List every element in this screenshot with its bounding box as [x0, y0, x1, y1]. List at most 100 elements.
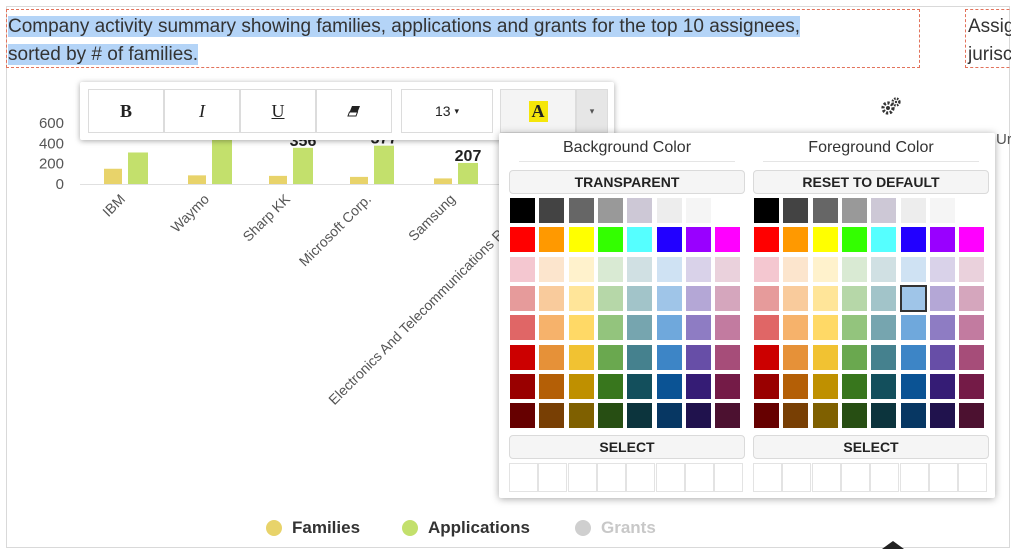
foreground-color-swatch[interactable] — [958, 197, 986, 224]
foreground-color-swatch[interactable] — [899, 372, 927, 400]
background-color-swatch[interactable] — [509, 284, 536, 312]
foreground-color-swatch[interactable] — [840, 284, 868, 312]
background-color-swatch[interactable] — [538, 343, 566, 371]
foreground-color-swatch[interactable] — [782, 314, 810, 342]
recent-color-slot[interactable] — [928, 463, 958, 492]
legend-item-grants[interactable]: Grants — [575, 518, 656, 538]
foreground-color-swatch[interactable] — [811, 343, 839, 371]
background-color-swatch[interactable] — [714, 197, 742, 224]
background-color-swatch[interactable] — [596, 343, 624, 371]
legend-item-families[interactable]: Families — [266, 518, 360, 538]
color-dropdown-button[interactable]: ▾ — [576, 89, 608, 133]
foreground-color-swatch[interactable] — [899, 255, 927, 283]
foreground-color-swatch[interactable] — [840, 255, 868, 283]
background-color-swatch[interactable] — [596, 255, 624, 283]
background-color-swatch[interactable] — [509, 255, 536, 283]
foreground-color-swatch[interactable] — [928, 402, 956, 430]
background-color-swatch[interactable] — [567, 314, 595, 342]
foreground-color-swatch[interactable] — [753, 314, 780, 342]
background-color-swatch[interactable] — [626, 197, 654, 224]
foreground-color-swatch[interactable] — [782, 402, 810, 430]
foreground-color-swatch[interactable] — [958, 343, 986, 371]
foreground-color-swatch[interactable] — [870, 255, 898, 283]
foreground-color-swatch[interactable] — [870, 343, 898, 371]
foreground-color-swatch[interactable] — [899, 314, 927, 342]
foreground-color-swatch[interactable] — [899, 197, 927, 224]
foreground-color-swatch[interactable] — [811, 284, 839, 312]
background-color-swatch[interactable] — [538, 226, 566, 254]
background-color-swatch[interactable] — [567, 197, 595, 224]
applications-bar[interactable] — [128, 152, 148, 184]
background-color-swatch[interactable] — [655, 343, 683, 371]
foreground-color-swatch[interactable] — [782, 226, 810, 254]
foreground-color-swatch[interactable] — [811, 255, 839, 283]
background-color-swatch[interactable] — [509, 343, 536, 371]
background-color-swatch[interactable] — [596, 372, 624, 400]
foreground-color-swatch[interactable] — [928, 226, 956, 254]
applications-bar[interactable] — [293, 147, 313, 184]
recent-color-slot[interactable] — [567, 463, 597, 492]
recent-color-slot[interactable] — [958, 463, 988, 492]
foreground-color-swatch[interactable] — [840, 402, 868, 430]
legend-item-applications[interactable]: Applications — [402, 518, 530, 538]
clear-format-button[interactable] — [316, 89, 392, 133]
background-color-swatch[interactable] — [538, 284, 566, 312]
background-color-swatch[interactable] — [655, 197, 683, 224]
background-color-swatch[interactable] — [538, 255, 566, 283]
background-color-swatch[interactable] — [626, 402, 654, 430]
foreground-color-swatch[interactable] — [958, 402, 986, 430]
background-color-swatch[interactable] — [655, 226, 683, 254]
foreground-color-swatch[interactable] — [958, 314, 986, 342]
background-color-swatch[interactable] — [538, 402, 566, 430]
background-color-swatch[interactable] — [626, 314, 654, 342]
applications-bar[interactable] — [212, 136, 232, 184]
foreground-color-swatch[interactable] — [928, 343, 956, 371]
background-color-swatch[interactable] — [714, 314, 742, 342]
foreground-color-swatch[interactable] — [782, 255, 810, 283]
foreground-color-swatch[interactable] — [753, 197, 780, 224]
foreground-color-swatch[interactable] — [811, 314, 839, 342]
foreground-color-swatch[interactable] — [753, 226, 780, 254]
background-color-swatch[interactable] — [714, 372, 742, 400]
foreground-color-swatch[interactable] — [840, 197, 868, 224]
font-size-dropdown[interactable]: 13 ▾ — [401, 89, 493, 133]
background-color-swatch[interactable] — [567, 372, 595, 400]
background-color-swatch[interactable] — [684, 343, 712, 371]
background-color-swatch[interactable] — [684, 226, 712, 254]
foreground-color-swatch[interactable] — [928, 197, 956, 224]
recent-color-slot[interactable] — [655, 463, 685, 492]
recent-color-slot[interactable] — [626, 463, 656, 492]
applications-bar[interactable] — [458, 162, 478, 184]
foreground-color-swatch[interactable] — [811, 226, 839, 254]
foreground-color-swatch[interactable] — [870, 197, 898, 224]
foreground-color-swatch[interactable] — [840, 226, 868, 254]
background-color-swatch[interactable] — [714, 343, 742, 371]
foreground-color-swatch[interactable] — [870, 372, 898, 400]
recent-color-slot[interactable] — [782, 463, 812, 492]
recent-color-slot[interactable] — [714, 463, 744, 492]
foreground-color-swatch[interactable] — [958, 284, 986, 312]
foreground-color-swatch[interactable] — [811, 372, 839, 400]
foreground-color-swatch[interactable] — [870, 402, 898, 430]
background-color-swatch[interactable] — [684, 197, 712, 224]
recent-color-slot[interactable] — [840, 463, 870, 492]
foreground-color-swatch[interactable] — [928, 284, 956, 312]
families-bar[interactable] — [350, 176, 368, 184]
foreground-color-swatch[interactable] — [840, 343, 868, 371]
background-color-swatch[interactable] — [684, 314, 712, 342]
background-color-swatch[interactable] — [684, 284, 712, 312]
background-color-swatch[interactable] — [509, 314, 536, 342]
foreground-color-swatch[interactable] — [840, 314, 868, 342]
foreground-color-swatch[interactable] — [870, 284, 898, 312]
background-select-button[interactable]: SELECT — [509, 435, 745, 459]
foreground-color-swatch[interactable] — [753, 402, 780, 430]
recent-color-slot[interactable] — [538, 463, 568, 492]
recent-color-slot[interactable] — [899, 463, 929, 492]
foreground-color-swatch[interactable] — [840, 372, 868, 400]
foreground-color-swatch[interactable] — [958, 226, 986, 254]
background-color-swatch[interactable] — [626, 284, 654, 312]
background-color-swatch[interactable] — [684, 372, 712, 400]
foreground-color-swatch[interactable] — [958, 255, 986, 283]
foreground-color-swatch[interactable] — [928, 255, 956, 283]
families-bar[interactable] — [269, 175, 287, 184]
